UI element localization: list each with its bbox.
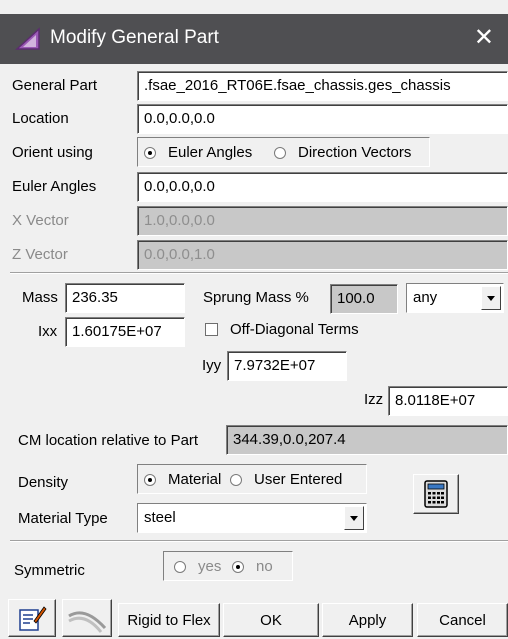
chevron-down-icon[interactable] [481, 286, 501, 310]
edit-notes-button[interactable] [8, 599, 56, 637]
radio-selected-icon [144, 146, 156, 159]
direction-vectors-radio[interactable]: Direction Vectors [274, 144, 411, 161]
off-diagonal-checkbox[interactable] [205, 323, 218, 336]
density-label: Density [18, 474, 69, 491]
separator [10, 540, 508, 542]
izz-label: Izz [364, 391, 384, 408]
radio-unselected-icon [230, 473, 242, 486]
apply-button[interactable]: Apply [322, 603, 413, 637]
euler-angles-radio[interactable]: Euler Angles [144, 144, 252, 161]
euler-angles-label: Euler Angles [12, 178, 97, 195]
direction-vectors-radio-label: Direction Vectors [298, 144, 412, 161]
euler-angles-radio-label: Euler Angles [168, 144, 253, 161]
rigid-to-flex-button[interactable]: Rigid to Flex [118, 603, 220, 637]
symmetric-yes-radio: yes [174, 558, 221, 575]
location-label: Location [12, 110, 69, 127]
x-vector-label: X Vector [12, 212, 69, 229]
calculator-icon [424, 480, 448, 508]
edit-notes-icon [19, 606, 47, 631]
euler-angles-field[interactable]: 0.0,0.0,0.0 [137, 172, 508, 202]
density-radio-group: Material User Entered [137, 464, 367, 494]
chevron-down-icon[interactable] [344, 506, 364, 530]
material-type-label: Material Type [18, 510, 108, 527]
user-entered-radio-label: User Entered [254, 471, 343, 488]
radio-unselected-icon [274, 146, 286, 159]
radio-unselected-icon [174, 560, 186, 573]
iyy-field[interactable]: 7.9732E+07 [227, 351, 347, 381]
close-icon[interactable]: ✕ [474, 24, 494, 52]
material-type-select[interactable]: steel [137, 503, 367, 533]
symmetric-yes-label: yes [198, 558, 222, 575]
sprung-mass-mode-value: any [413, 289, 438, 306]
sprung-mass-mode-select[interactable]: any [406, 283, 504, 313]
x-vector-field: 1.0,0.0,0.0 [137, 206, 508, 236]
radio-selected-icon [232, 560, 244, 573]
sprung-mass-field: 100.0 [330, 284, 398, 314]
title-bar[interactable]: Modify General Part ✕ [0, 14, 508, 64]
user-entered-radio[interactable]: User Entered [230, 471, 342, 488]
calculator-button[interactable] [413, 474, 459, 514]
orient-using-label: Orient using [12, 144, 93, 161]
off-diagonal-label: Off-Diagonal Terms [230, 321, 359, 338]
general-part-field[interactable]: .fsae_2016_RT06E.fsae_chassis.ges_chassi… [137, 71, 508, 101]
cm-location-label: CM location relative to Part [18, 432, 199, 449]
mass-label: Mass [22, 289, 58, 306]
modify-general-part-dialog: Modify General Part ✕ General Part .fsae… [0, 0, 508, 639]
symmetric-radio-group: yes no [163, 551, 293, 581]
izz-field[interactable]: 8.0118E+07 [388, 386, 508, 416]
ok-button[interactable]: OK [223, 603, 319, 637]
separator [10, 272, 508, 274]
location-field[interactable]: 0.0,0.0,0.0 [137, 104, 508, 134]
window-title: Modify General Part [50, 27, 219, 48]
z-vector-field: 0.0,0.0,1.0 [137, 240, 508, 270]
iyy-label: Iyy [202, 357, 222, 374]
cm-location-field: 344.39,0.0,207.4 [226, 425, 508, 455]
flex-part-button[interactable] [62, 599, 112, 637]
sprung-mass-label: Sprung Mass % [203, 289, 309, 306]
symmetric-no-radio: no [232, 558, 273, 575]
material-radio-label: Material [168, 471, 222, 488]
material-type-value: steel [144, 509, 176, 526]
adams-triangle-icon [15, 27, 40, 50]
ixx-label: Ixx [38, 323, 58, 340]
symmetric-label: Symmetric [14, 562, 85, 579]
z-vector-label: Z Vector [12, 246, 68, 263]
flex-part-icon [68, 611, 107, 633]
ixx-field[interactable]: 1.60175E+07 [65, 317, 185, 347]
general-part-label: General Part [12, 77, 98, 94]
symmetric-no-label: no [256, 558, 273, 575]
cancel-button[interactable]: Cancel [417, 603, 508, 637]
radio-selected-icon [144, 473, 156, 486]
orient-using-radio-group: Euler Angles Direction Vectors [137, 137, 430, 167]
material-radio[interactable]: Material [144, 471, 221, 488]
mass-field[interactable]: 236.35 [65, 283, 185, 313]
